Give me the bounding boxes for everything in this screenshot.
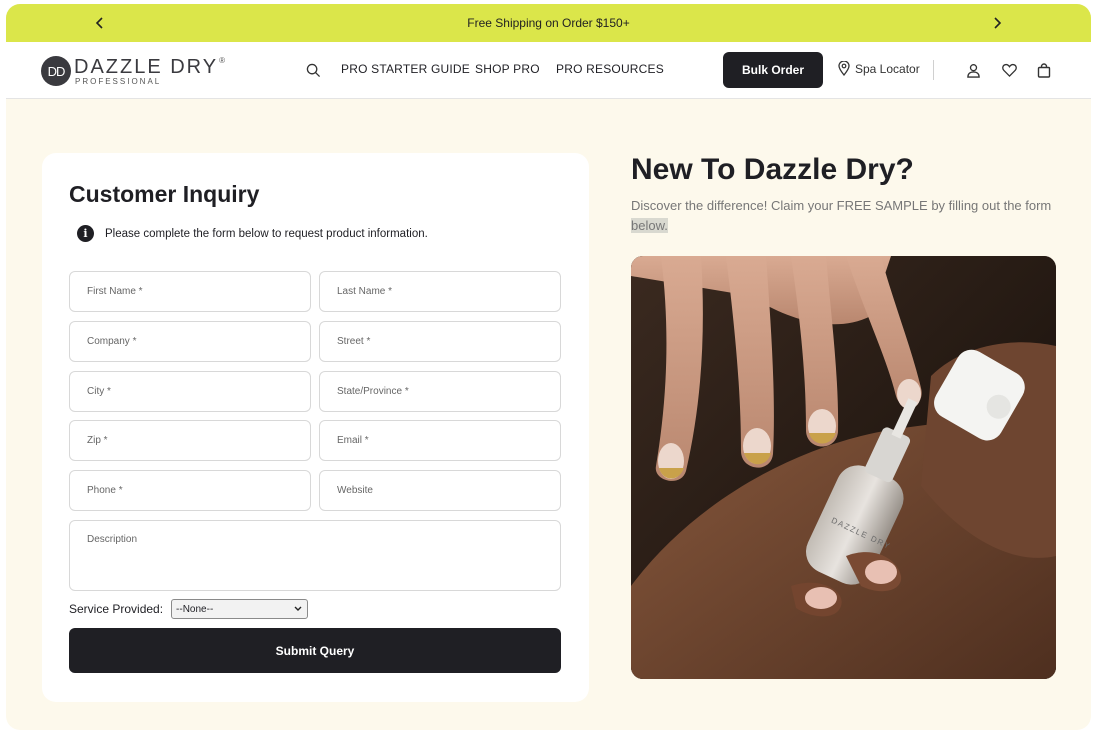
city-field[interactable]: City * bbox=[69, 371, 311, 412]
spa-locator-link[interactable]: Spa Locator bbox=[838, 61, 920, 76]
logo-subtitle: PROFESSIONAL bbox=[75, 76, 162, 86]
company-field[interactable]: Company * bbox=[69, 321, 311, 362]
promo-next-button[interactable] bbox=[983, 4, 1011, 42]
promo-description-text: Discover the difference! Claim your FREE… bbox=[631, 198, 1052, 213]
promo-prev-button[interactable] bbox=[86, 4, 114, 42]
form-info-text: Please complete the form below to reques… bbox=[105, 227, 428, 240]
map-pin-icon bbox=[838, 61, 850, 76]
cart-button[interactable] bbox=[1033, 59, 1055, 81]
state-field[interactable]: State/Province * bbox=[319, 371, 561, 412]
site-header: DD DAZZLE DRY ® PROFESSIONAL PRO STARTER… bbox=[6, 42, 1091, 99]
city-placeholder: City * bbox=[87, 386, 111, 397]
promo-title: New To Dazzle Dry? bbox=[631, 153, 914, 186]
heart-icon bbox=[1001, 63, 1017, 77]
first-name-field[interactable]: First Name * bbox=[69, 271, 311, 312]
search-icon bbox=[306, 63, 320, 77]
zip-placeholder: Zip * bbox=[87, 435, 108, 446]
street-placeholder: Street * bbox=[337, 336, 371, 347]
search-button[interactable] bbox=[302, 59, 324, 81]
info-icon: i bbox=[77, 225, 94, 242]
nav-pro-resources[interactable]: PRO RESOURCES bbox=[556, 62, 664, 76]
account-button[interactable] bbox=[962, 59, 984, 81]
email-placeholder: Email * bbox=[337, 435, 369, 446]
nav-pro-starter-guide[interactable]: PRO STARTER GUIDE bbox=[341, 62, 470, 76]
promo-description: Discover the difference! Claim your FREE… bbox=[631, 196, 1061, 236]
promo-bar: Free Shipping on Order $150+ bbox=[6, 4, 1091, 42]
promo-description-highlight: below. bbox=[631, 218, 668, 233]
first-name-placeholder: First Name * bbox=[87, 286, 143, 297]
last-name-placeholder: Last Name * bbox=[337, 286, 393, 297]
bulk-order-button[interactable]: Bulk Order bbox=[723, 52, 823, 88]
description-placeholder: Description bbox=[87, 534, 138, 545]
nail-polish-illustration: DAZZLE DRY bbox=[631, 256, 1056, 679]
nav-shop-pro[interactable]: SHOP PRO bbox=[475, 62, 540, 76]
service-provided-row: Service Provided: --None-- bbox=[69, 599, 309, 619]
promo-text[interactable]: Free Shipping on Order $150+ bbox=[467, 16, 629, 30]
customer-inquiry-card: Customer Inquiry i Please complete the f… bbox=[42, 153, 589, 702]
logo-wordmark: DAZZLE DRY bbox=[74, 55, 219, 78]
submit-button[interactable]: Submit Query bbox=[69, 628, 561, 673]
description-field[interactable]: Description bbox=[69, 520, 561, 591]
form-title: Customer Inquiry bbox=[69, 181, 260, 207]
nail-polish-photo: DAZZLE DRY bbox=[631, 256, 1056, 679]
chevron-left-icon bbox=[95, 17, 103, 29]
last-name-field[interactable]: Last Name * bbox=[319, 271, 561, 312]
phone-placeholder: Phone * bbox=[87, 485, 123, 496]
website-field[interactable]: Website bbox=[319, 470, 561, 511]
chevron-right-icon bbox=[994, 17, 1002, 29]
logo-registered: ® bbox=[219, 55, 226, 65]
phone-field[interactable]: Phone * bbox=[69, 470, 311, 511]
service-provided-label: Service Provided: bbox=[69, 602, 164, 616]
bag-icon bbox=[1037, 62, 1051, 78]
logo[interactable]: DD DAZZLE DRY ® PROFESSIONAL bbox=[41, 55, 225, 87]
service-selected-value: --None-- bbox=[176, 603, 214, 615]
state-placeholder: State/Province * bbox=[337, 386, 409, 397]
email-field[interactable]: Email * bbox=[319, 420, 561, 461]
logo-badge: DD bbox=[41, 56, 71, 86]
wishlist-button[interactable] bbox=[998, 59, 1020, 81]
zip-field[interactable]: Zip * bbox=[69, 420, 311, 461]
page-frame: Free Shipping on Order $150+ DD DAZZLE D… bbox=[6, 4, 1091, 730]
form-info: i Please complete the form below to requ… bbox=[77, 225, 428, 242]
header-divider bbox=[933, 60, 934, 80]
service-provided-select[interactable]: --None-- bbox=[171, 599, 309, 619]
company-placeholder: Company * bbox=[87, 336, 137, 347]
account-icon bbox=[966, 63, 980, 78]
spa-locator-label: Spa Locator bbox=[855, 61, 920, 76]
street-field[interactable]: Street * bbox=[319, 321, 561, 362]
website-placeholder: Website bbox=[337, 485, 373, 496]
chevron-down-icon bbox=[294, 606, 302, 611]
